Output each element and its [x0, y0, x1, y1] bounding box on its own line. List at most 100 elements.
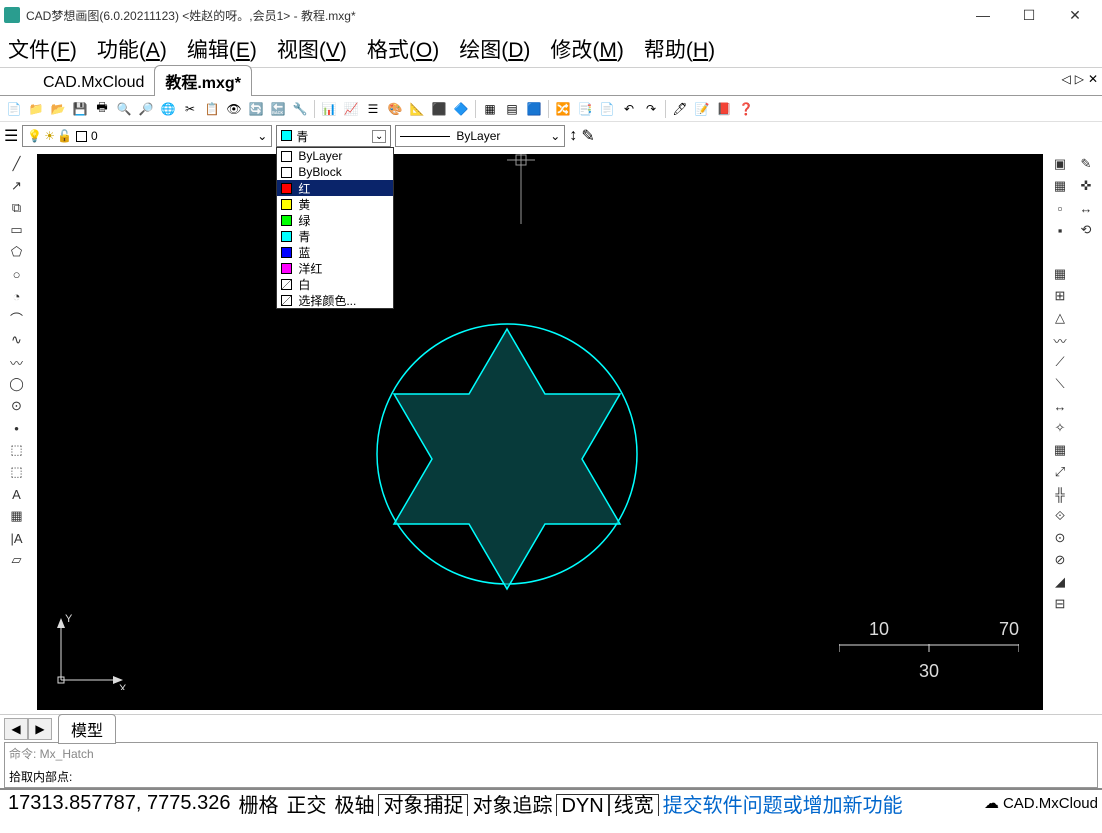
modify-tool-icon[interactable]: ⤢ [1050, 462, 1070, 482]
toolbar-icon[interactable]: 🌐 [158, 99, 178, 119]
document-tab[interactable]: CAD.MxCloud [32, 70, 155, 95]
status-toggle[interactable]: 正交 [282, 795, 330, 817]
draw-tool-icon[interactable]: ╱ [7, 154, 27, 174]
brush-icon[interactable]: ✎ [581, 126, 594, 146]
color-option[interactable]: ByLayer [277, 148, 393, 164]
toolbar-icon[interactable]: ✂ [180, 99, 200, 119]
modify-tool-icon[interactable]: ▣ [1050, 154, 1070, 174]
layer-manager-icon[interactable]: ☰ [4, 126, 18, 146]
modify-tool-icon[interactable]: ✜ [1076, 176, 1096, 196]
toolbar-icon[interactable]: 📝 [692, 99, 712, 119]
modify-tool-icon[interactable]: ⟐ [1050, 506, 1070, 526]
modify-tool-icon[interactable]: ▪ [1050, 220, 1070, 240]
draw-tool-icon[interactable]: ▱ [7, 550, 27, 570]
toolbar-icon[interactable]: ⬛ [429, 99, 449, 119]
toolbar-icon[interactable]: 📊 [319, 99, 339, 119]
color-option[interactable]: 选择颜色... [277, 292, 393, 308]
toolbar-icon[interactable]: 📄 [4, 99, 24, 119]
toolbar-icon[interactable]: 📕 [714, 99, 734, 119]
color-option[interactable]: 黄 [277, 196, 393, 212]
modify-tool-icon[interactable]: ⊞ [1050, 286, 1070, 306]
draw-tool-icon[interactable]: ◯ [7, 374, 27, 394]
toolbar-icon[interactable]: 📂 [48, 99, 68, 119]
toolbar-icon[interactable]: 🔍 [114, 99, 134, 119]
modify-tool-icon[interactable]: ⊘ [1050, 550, 1070, 570]
tab-close-icon[interactable]: ✕ [1088, 72, 1098, 86]
draw-tool-icon[interactable]: ▭ [7, 220, 27, 240]
status-toggle[interactable]: 线宽 [609, 794, 659, 817]
menu-item[interactable]: 编辑(E) [183, 32, 261, 66]
modify-tool-icon[interactable]: ▦ [1050, 176, 1070, 196]
modify-tool-icon[interactable] [1050, 242, 1070, 262]
menu-item[interactable]: 文件(F) [4, 32, 81, 66]
draw-tool-icon[interactable]: ○ [7, 264, 27, 284]
modify-tool-icon[interactable]: ⟍ [1050, 374, 1070, 394]
menu-item[interactable]: 功能(A) [93, 32, 171, 66]
draw-tool-icon[interactable]: A [7, 484, 27, 504]
toolbar-icon[interactable]: 🔀 [553, 99, 573, 119]
draw-tool-icon[interactable]: ◔ [7, 286, 27, 306]
feedback-link[interactable]: 提交软件问题或增加新功能 [659, 789, 907, 817]
draw-tool-icon[interactable]: ⬚ [7, 440, 27, 460]
menu-item[interactable]: 格式(O) [363, 32, 443, 66]
drawing-canvas[interactable]: Y X 1070 30 [37, 154, 1043, 710]
toolbar-icon[interactable]: 💾 [70, 99, 90, 119]
toolbar-icon[interactable]: 📋 [202, 99, 222, 119]
draw-tool-icon[interactable]: |A [7, 528, 27, 548]
color-option[interactable]: 绿 [277, 212, 393, 228]
modify-tool-icon[interactable]: ✎ [1076, 154, 1096, 174]
toolbar-icon[interactable]: 🟦 [524, 99, 544, 119]
toolbar-icon[interactable]: 🔙 [268, 99, 288, 119]
modify-tool-icon[interactable]: ↔ [1076, 198, 1096, 218]
toolbar-icon[interactable]: ▦ [480, 99, 500, 119]
layer-combo[interactable]: 💡 ☀ 🔓 0 ⌄ [22, 125, 272, 147]
modify-tool-icon[interactable]: ▫ [1050, 198, 1070, 218]
layout-prev-button[interactable]: ◀ [4, 718, 28, 740]
modify-tool-icon[interactable]: ▦ [1050, 264, 1070, 284]
cloud-status[interactable]: ☁ CAD.MxCloud [984, 794, 1098, 812]
layout-next-button[interactable]: ▶ [28, 718, 52, 740]
draw-tool-icon[interactable]: 〰 [7, 352, 27, 372]
draw-tool-icon[interactable]: ∿ [7, 330, 27, 350]
color-combo[interactable]: 青 ⌄ [276, 125, 391, 147]
draw-tool-icon[interactable]: • [7, 418, 27, 438]
modify-tool-icon[interactable]: ◢ [1050, 572, 1070, 592]
close-button[interactable]: ✕ [1052, 1, 1098, 29]
toolbar-icon[interactable]: 🖊 [670, 99, 690, 119]
toolbar-icon[interactable]: 🖶 [92, 99, 112, 119]
menu-item[interactable]: 视图(V) [273, 32, 351, 66]
status-toggle[interactable]: 对象追踪 [468, 795, 556, 817]
modify-tool-icon[interactable]: 〰 [1050, 330, 1070, 350]
toolbar-icon[interactable]: 👁 [224, 99, 244, 119]
document-tab[interactable]: 教程.mxg* [154, 65, 252, 96]
maximize-button[interactable]: ☐ [1006, 1, 1052, 29]
toolbar-icon[interactable]: 📄 [597, 99, 617, 119]
color-option[interactable]: 蓝 [277, 244, 393, 260]
lineweight-icon[interactable]: ↕ [569, 127, 577, 145]
toolbar-icon[interactable]: 🔎 [136, 99, 156, 119]
menu-item[interactable]: 绘图(D) [455, 32, 534, 66]
status-toggle[interactable]: 对象捕捉 [378, 794, 468, 817]
modify-tool-icon[interactable]: ▦ [1050, 440, 1070, 460]
draw-tool-icon[interactable]: ⬚ [7, 462, 27, 482]
menu-item[interactable]: 帮助(H) [640, 32, 719, 66]
modify-tool-icon[interactable]: ⟋ [1050, 352, 1070, 372]
modify-tool-icon[interactable]: ✧ [1050, 418, 1070, 438]
command-line[interactable]: 命令: Mx_Hatch 拾取内部点: [4, 742, 1098, 788]
status-toggle[interactable]: DYN [556, 794, 608, 817]
draw-tool-icon[interactable]: ⬠ [7, 242, 27, 262]
toolbar-icon[interactable]: ☰ [363, 99, 383, 119]
model-tab[interactable]: 模型 [58, 714, 116, 744]
toolbar-icon[interactable]: 📑 [575, 99, 595, 119]
color-option[interactable]: 红 [277, 180, 393, 196]
toolbar-icon[interactable]: 📈 [341, 99, 361, 119]
draw-tool-icon[interactable]: ⌒ [7, 308, 27, 328]
status-toggle[interactable]: 极轴 [330, 795, 378, 817]
linetype-combo[interactable]: ByLayer ⌄ [395, 125, 565, 147]
toolbar-icon[interactable]: 📁 [26, 99, 46, 119]
toolbar-icon[interactable]: 🔄 [246, 99, 266, 119]
tab-next-icon[interactable]: ▷ [1075, 72, 1084, 86]
menu-item[interactable]: 修改(M) [546, 32, 628, 66]
draw-tool-icon[interactable]: ⊙ [7, 396, 27, 416]
toolbar-icon[interactable]: ❓ [736, 99, 756, 119]
